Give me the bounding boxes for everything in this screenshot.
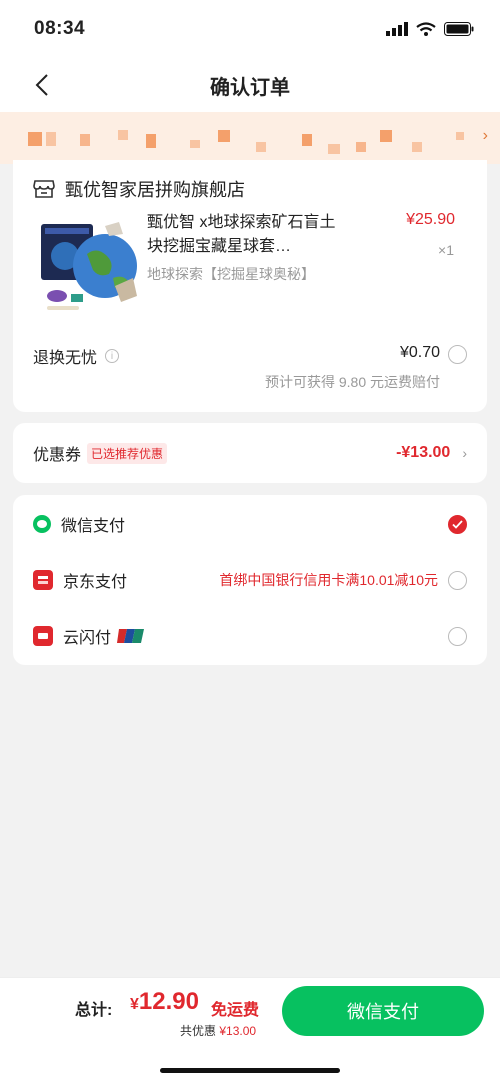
checkout-bar: 总计: ¥12.90 免运费 共优惠 ¥13.00 微信支付 [0,977,500,1083]
return-service-radio[interactable] [448,345,467,364]
saved-value: ¥13.00 [219,1024,257,1038]
payment-radio-jdpay[interactable] [448,570,467,590]
payment-option-unionpay[interactable]: 云闪付 [33,621,467,651]
unionpay-logo-icon [117,629,145,643]
store-icon [33,180,55,198]
coupon-label: 优惠券 [33,447,82,464]
payment-label-unionpay: 云闪付 [63,630,112,647]
saved-label: 共优惠 [180,1024,217,1038]
payment-promo-jdpay: 首绑中国银行信用卡满10.01减10元 [219,572,438,588]
coupon-value: -¥13.00 [396,444,451,461]
battery-icon [444,22,474,36]
chevron-right-icon: › [482,127,488,144]
shop-name: 甄优智家居拼购旗舰店 [65,180,245,200]
saved-amount: 共优惠 ¥13.00 [180,1022,256,1039]
payment-methods-card: 微信支付 京东支付 首绑中国银行信用卡满10.01减10元 云闪付 [13,495,487,665]
status-time: 08:34 [34,18,86,39]
total-label: 总计: [75,1002,113,1019]
product-title[interactable]: 甄优智 x地球探索矿石盲土块挖掘宝藏星球套… [147,211,347,259]
jd-pay-icon [33,570,53,590]
status-icons [386,22,474,36]
payment-label-wechat: 微信支付 [61,518,126,535]
coupon-row[interactable]: 优惠券 已选推荐优惠 -¥13.00 › [13,423,487,483]
total-price: ¥12.90 [130,988,199,1016]
status-bar: 08:34 [0,0,500,58]
payment-radio-wechat[interactable] [448,514,467,534]
return-service-label: 退换无忧 [33,350,98,367]
pay-button[interactable]: 微信支付 [282,986,484,1036]
return-service-price: ¥0.70 [399,344,440,361]
product-quantity: ×1 [438,242,454,258]
wechat-pay-icon [33,515,51,533]
signal-icon [386,22,408,36]
product-image[interactable] [35,216,145,316]
back-button[interactable] [30,72,54,98]
redacted-address-mosaic [28,130,464,154]
check-icon [452,519,463,529]
info-icon[interactable]: i [105,349,120,363]
wifi-icon [416,22,436,36]
payment-option-jdpay[interactable]: 京东支付 首绑中国银行信用卡满10.01减10元 [33,565,467,595]
payment-option-wechat[interactable]: 微信支付 [33,509,467,539]
nav-bar: 确认订单 [0,58,500,112]
return-service-note: 预计可获得 9.80 元运费赔付 [264,374,440,390]
product-price: ¥25.90 [406,211,455,228]
product-thumbnail [41,222,137,310]
currency-symbol: ¥ [130,996,139,1013]
chevron-right-icon: › [462,445,467,461]
payment-radio-unionpay[interactable] [448,626,467,646]
shop-order-card: 甄优智家居拼购旗舰店 甄优智 x地球探索矿石盲土块挖掘宝藏星球套… ¥25.90… [13,160,487,412]
return-service-row: 退换无忧 i [33,344,120,368]
coupon-tag: 已选推荐优惠 [87,442,168,464]
page-title: 确认订单 [210,76,290,99]
cloud-quickpass-icon [33,626,53,646]
product-spec: 地球探索【挖掘星球奥秘】 [147,266,315,282]
payment-label-jdpay: 京东支付 [63,574,128,591]
free-shipping-label: 免运费 [211,1002,260,1019]
chevron-left-icon [35,74,48,96]
address-selector[interactable]: › [0,112,500,164]
home-indicator [160,1068,340,1073]
total-value: 12.90 [138,988,199,1015]
shop-header[interactable]: 甄优智家居拼购旗舰店 [33,176,245,202]
